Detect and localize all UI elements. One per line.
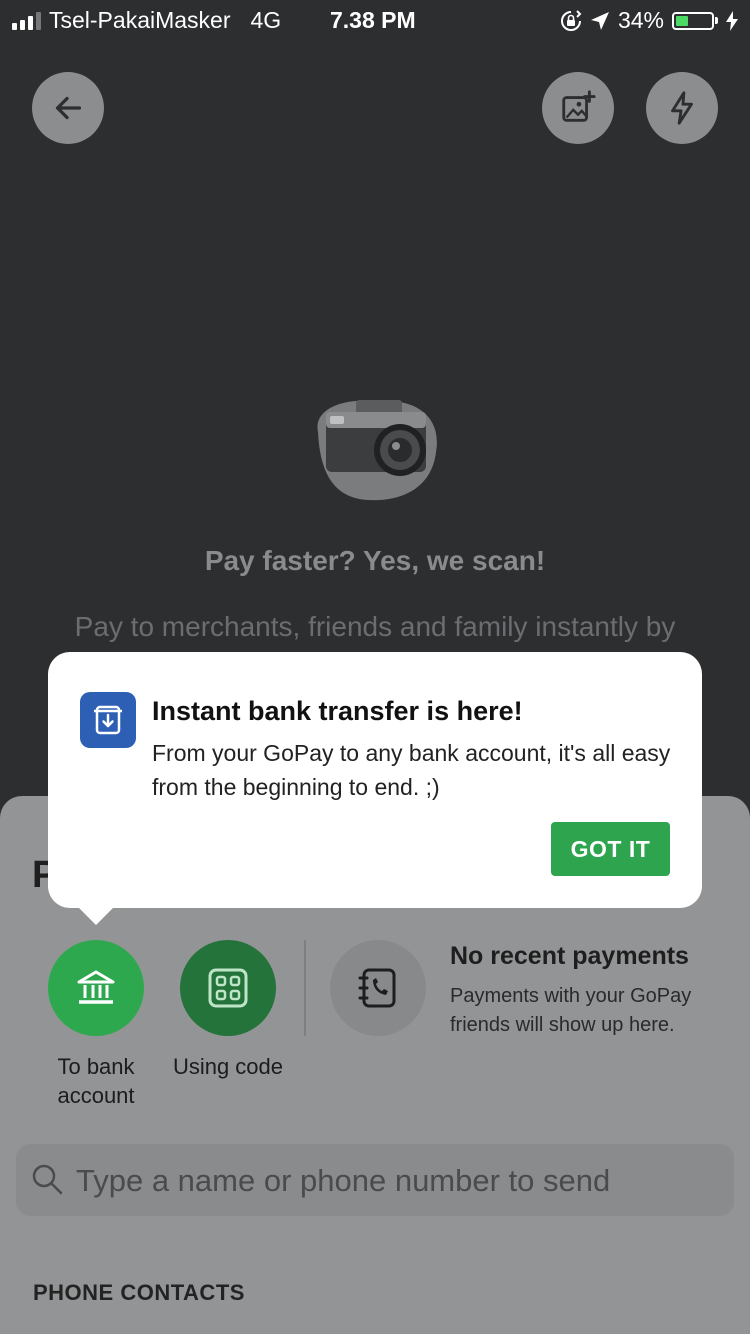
scan-title: Pay faster? Yes, we scan! xyxy=(204,545,546,576)
code-option-circle[interactable] xyxy=(180,940,276,1036)
back-button[interactable] xyxy=(32,72,104,144)
to-bank-account-button[interactable]: To bank account xyxy=(36,940,156,1110)
contacts-book-button[interactable] xyxy=(330,940,426,1036)
rotation-lock-icon xyxy=(560,9,582,31)
recent-payments-description: Payments with your GoPay friends will sh… xyxy=(450,985,692,1036)
instant-transfer-tooltip: Instant bank transfer is here! From your… xyxy=(48,652,702,908)
qr-code-icon xyxy=(208,968,248,1008)
clock: 7.38 PM xyxy=(330,7,416,33)
status-bar: Tsel-PakaiMasker 4G 7.38 PM 34% xyxy=(0,0,750,40)
using-code-button[interactable]: Using code xyxy=(168,940,288,1081)
charging-icon xyxy=(726,10,738,31)
flash-button[interactable] xyxy=(646,72,718,144)
recent-payments-title: No recent payments xyxy=(450,942,689,970)
battery-percent: 34% xyxy=(617,7,664,33)
got-it-button[interactable]: GOT IT xyxy=(551,822,670,876)
scan-description: Pay to merchants, friends and family ins… xyxy=(74,611,676,642)
bank-option-circle[interactable] xyxy=(48,940,144,1036)
phone-book-icon xyxy=(358,968,396,1008)
options-divider xyxy=(304,940,306,1036)
battery-icon xyxy=(672,11,718,30)
camera-illustration xyxy=(317,400,437,501)
search-bar[interactable] xyxy=(16,1144,734,1216)
phone-contacts-label: PHONE CONTACTS xyxy=(33,1280,245,1305)
location-icon xyxy=(590,11,609,30)
tooltip-title: Instant bank transfer is here! xyxy=(152,696,523,726)
gallery-button[interactable] xyxy=(542,72,614,144)
network-type: 4G xyxy=(250,7,282,33)
tooltip-body: From your GoPay to any bank account, it'… xyxy=(152,740,671,800)
bank-icon xyxy=(77,970,115,1004)
carrier-name: Tsel-PakaiMasker xyxy=(49,7,231,33)
transfer-glyph-icon xyxy=(94,705,122,735)
bank-transfer-icon xyxy=(80,692,136,748)
arrow-left-icon xyxy=(55,96,82,120)
search-icon xyxy=(32,1164,63,1195)
signal-icon xyxy=(12,11,41,30)
code-option-label: Using code xyxy=(172,1054,284,1079)
lightning-icon xyxy=(671,91,693,125)
bank-option-label: To bank account xyxy=(57,1054,135,1108)
image-add-icon xyxy=(562,90,596,122)
search-input[interactable] xyxy=(74,1154,718,1208)
